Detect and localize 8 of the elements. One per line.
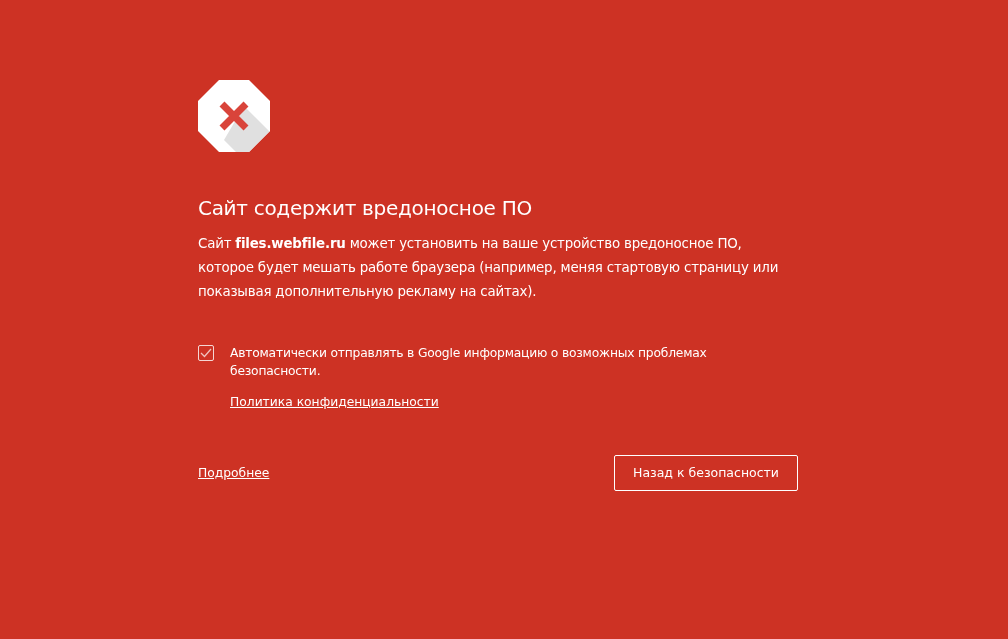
privacy-policy-link[interactable]: Политика конфиденциальности bbox=[230, 394, 439, 409]
warning-icon bbox=[198, 80, 270, 152]
back-to-safety-button[interactable]: Назад к безопасности bbox=[614, 454, 798, 491]
warning-description: Сайт files.webfile.ru может установить на ваше устройство вредоносное ПО, которое будет мешать работе браузера (например, меняя стартовую страницу или показывая дополнительную рекламу на сайтах). bbox=[198, 235, 780, 301]
page-heading: Сайт содержит вредоносное ПО bbox=[198, 196, 533, 220]
details-link[interactable]: Подробнее bbox=[198, 463, 270, 483]
report-checkbox[interactable] bbox=[198, 345, 214, 361]
checkbox-label: Автоматически отправлять в Google информацию о возможных проблемах безопасности. bbox=[230, 345, 708, 381]
